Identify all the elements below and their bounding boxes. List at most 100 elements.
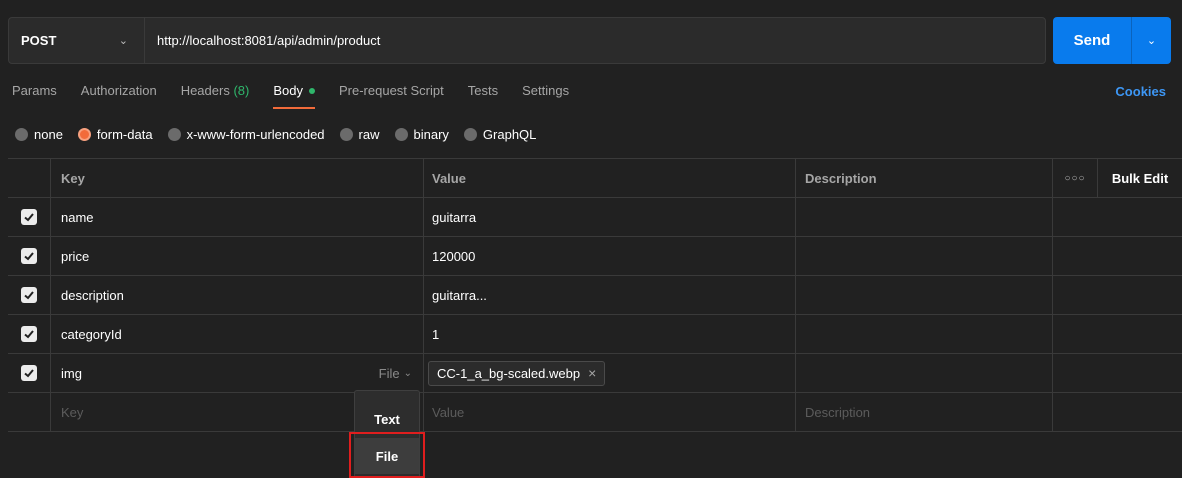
body-type-raw[interactable]: raw <box>339 126 380 142</box>
tab-headers[interactable]: Headers (8) <box>181 81 250 105</box>
row-value-cell: CC-1_a_bg-scaled.webp × <box>424 354 796 392</box>
table-row-new: Key Value Description <box>8 393 1182 432</box>
row-description[interactable] <box>796 237 1053 275</box>
tab-body[interactable]: Body <box>273 81 315 109</box>
tab-pre-request-script[interactable]: Pre-request Script <box>339 81 444 105</box>
row-value[interactable]: 1 <box>424 315 796 353</box>
remove-file-icon[interactable]: × <box>588 365 596 381</box>
tab-headers-label: Headers <box>180 83 230 98</box>
row-check-cell <box>8 393 51 431</box>
checkbox[interactable] <box>21 326 37 342</box>
radio-icon <box>15 127 28 141</box>
row-spacer <box>1053 354 1098 392</box>
row-spacer-2 <box>1098 198 1182 236</box>
body-type-label: form-data <box>96 126 153 142</box>
row-check-cell <box>8 237 51 275</box>
body-type-none[interactable]: none <box>15 127 63 142</box>
row-key[interactable]: name <box>51 198 424 236</box>
send-button-group: Send ⌄ <box>1053 17 1171 64</box>
more-options-icon[interactable]: ○○○ <box>1053 159 1098 197</box>
row-description[interactable] <box>796 315 1053 353</box>
request-bar: POST ⌄ http://localhost:8081/api/admin/p… <box>8 17 1046 64</box>
chevron-down-icon: ⌄ <box>403 367 412 379</box>
new-description-input[interactable]: Description <box>796 393 1053 431</box>
body-type-urlencoded[interactable]: x-www-form-urlencoded <box>167 127 325 142</box>
tab-settings-label: Settings <box>522 83 570 98</box>
header-description: Description <box>796 159 1053 197</box>
row-value[interactable]: guitarra <box>424 198 796 236</box>
cookies-link[interactable]: Cookies <box>1115 84 1166 99</box>
table-header-row: Key Value Description ○○○ Bulk Edit <box>8 159 1182 198</box>
tab-pre-request-label: Pre-request Script <box>338 83 444 98</box>
body-type-form-data[interactable]: form-data <box>77 126 153 142</box>
check-icon <box>24 252 34 261</box>
row-check-cell <box>8 276 51 314</box>
check-icon <box>24 330 34 339</box>
check-icon <box>24 213 34 222</box>
send-options-chevron-icon[interactable]: ⌄ <box>1132 17 1171 64</box>
new-value-input[interactable]: Value <box>424 393 796 431</box>
row-description[interactable] <box>796 276 1053 314</box>
body-type-binary[interactable]: binary <box>394 126 449 142</box>
row-spacer <box>1053 198 1098 236</box>
radio-icon <box>394 127 408 141</box>
tab-params[interactable]: Params <box>12 81 57 105</box>
table-row: name guitarra <box>8 198 1182 237</box>
row-value[interactable]: 120000 <box>424 237 796 275</box>
row-value[interactable]: guitarra... <box>424 276 796 314</box>
body-type-label: GraphQL <box>482 126 537 142</box>
bulk-edit-button[interactable]: Bulk Edit <box>1098 159 1182 197</box>
file-name: CC-1_a_bg-scaled.webp <box>437 365 581 381</box>
row-key[interactable]: price <box>51 237 424 275</box>
row-spacer <box>1053 315 1098 353</box>
body-type-label: raw <box>358 126 380 142</box>
row-key[interactable]: description <box>51 276 424 314</box>
check-icon <box>24 291 34 300</box>
tab-tests-label: Tests <box>467 83 499 98</box>
row-spacer-2 <box>1098 237 1182 275</box>
headers-count-badge: (8) <box>233 83 250 98</box>
tab-authorization[interactable]: Authorization <box>81 81 157 105</box>
method-label: POST <box>21 33 57 48</box>
tab-settings[interactable]: Settings <box>522 81 569 105</box>
row-spacer-2 <box>1098 354 1182 392</box>
method-select[interactable]: POST ⌄ <box>9 18 145 63</box>
row-description[interactable] <box>796 354 1053 392</box>
header-value: Value <box>424 159 796 197</box>
radio-selected-icon <box>77 127 91 141</box>
url-input[interactable]: http://localhost:8081/api/admin/product <box>145 18 1045 63</box>
row-key[interactable]: categoryId <box>51 315 424 353</box>
checkbox[interactable] <box>21 209 37 225</box>
tab-params-label: Params <box>12 83 57 98</box>
row-spacer-2 <box>1098 393 1182 431</box>
checkbox[interactable] <box>21 365 37 381</box>
table-row: categoryId 1 <box>8 315 1182 354</box>
row-description[interactable] <box>796 198 1053 236</box>
checkbox[interactable] <box>21 287 37 303</box>
body-type-radios: none form-data x-www-form-urlencoded raw… <box>15 125 551 143</box>
send-button[interactable]: Send <box>1053 17 1131 64</box>
body-type-graphql[interactable]: GraphQL <box>463 126 537 142</box>
highlight-box <box>349 432 425 478</box>
key-type-select[interactable]: File ⌄ <box>379 366 412 381</box>
table-row: description guitarra... <box>8 276 1182 315</box>
request-tabs: Params Authorization Headers (8) Body Pr… <box>12 81 593 109</box>
row-key-cell: img File ⌄ <box>51 354 424 392</box>
body-type-label: binary <box>413 126 449 142</box>
body-type-label: none <box>34 126 63 142</box>
radio-icon <box>339 127 353 141</box>
row-spacer <box>1053 276 1098 314</box>
row-check-cell <box>8 315 51 353</box>
chevron-down-icon: ⌄ <box>118 35 128 47</box>
tab-tests[interactable]: Tests <box>468 81 498 105</box>
checkbox[interactable] <box>21 248 37 264</box>
row-key[interactable]: img <box>61 366 82 381</box>
row-check-cell <box>8 198 51 236</box>
check-icon <box>24 369 34 378</box>
file-chip[interactable]: CC-1_a_bg-scaled.webp × <box>428 360 606 386</box>
row-spacer <box>1053 393 1098 431</box>
table-row: img File ⌄ CC-1_a_bg-scaled.webp × <box>8 354 1182 393</box>
row-spacer <box>1053 237 1098 275</box>
header-check-cell <box>8 159 51 197</box>
radio-icon <box>463 127 477 141</box>
